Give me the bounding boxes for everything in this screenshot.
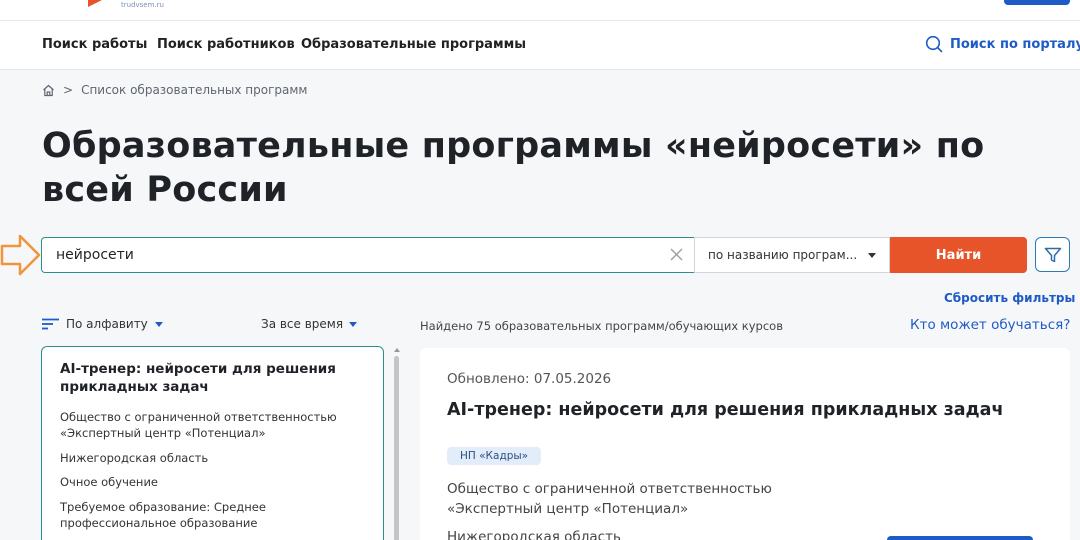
find-button[interactable]: Найти [890,237,1027,273]
program-region: Нижегородская область [447,529,621,540]
list-item-form: Очное обучение [60,475,159,489]
who-can-study-link[interactable]: Кто может обучаться? [910,317,1070,333]
sort-selector[interactable]: По алфавиту [42,317,163,331]
page-title: Образовательные программы «нейросети» по… [42,126,985,210]
breadcrumb-separator: > [63,83,74,97]
clear-icon[interactable] [669,247,684,262]
reset-filters-link[interactable]: Сбросить фильтры [944,291,1075,305]
list-item-title: AI-тренер: нейросети для решения приклад… [60,361,336,395]
scroll-thumb[interactable] [394,356,399,540]
logo-mark [88,0,102,7]
breadcrumb-current: Список образовательных программ [81,83,308,97]
program-title: AI-тренер: нейросети для решения приклад… [447,400,1004,420]
list-item[interactable]: AI-тренер: нейросети для решения приклад… [41,346,384,540]
search-icon [925,35,943,53]
list-item-education: Требуемое образование: Среднее профессио… [60,500,266,530]
chevron-down-icon [349,321,358,327]
logo-url: trudvsem.ru [121,1,164,9]
provider-tag: НП «Кадры» [447,447,542,465]
program-search-box [41,237,695,273]
updated-date: Обновлено: 07.05.2026 [447,371,612,387]
search-mode-value: по названию програм... [708,248,858,262]
period-label: За все время [261,317,344,331]
portal-search-label: Поиск по порталу [950,36,1080,52]
apply-button[interactable] [887,536,1033,540]
portal-search-link[interactable]: Поиск по порталу [925,35,1080,53]
sort-icon [42,318,59,330]
nav-item-job-search[interactable]: Поиск работы [42,37,147,52]
list-item-org: Общество с ограниченной ответственностью… [60,410,337,440]
nav-item-education-programs[interactable]: Образовательные программы [301,37,526,52]
results-count: Найдено 75 образовательных программ/обуч… [420,319,783,333]
top-header: trudvsem.ru [0,0,1080,20]
filter-button[interactable] [1035,237,1070,272]
main-nav: Поиск работы Поиск работников Образовате… [0,20,1080,70]
program-search-input[interactable] [56,245,646,265]
period-selector[interactable]: За все время [261,317,358,331]
search-mode-select[interactable]: по названию програм... [694,237,890,273]
arrow-annotation-icon [0,234,41,276]
chevron-down-icon [868,253,876,258]
breadcrumb: > Список образовательных программ [42,83,308,97]
nav-item-worker-search[interactable]: Поиск работников [157,37,295,52]
chevron-down-icon [154,321,163,327]
program-org: Общество с ограниченной ответственностью… [447,481,772,517]
list-scrollbar[interactable] [394,348,400,540]
list-item-region: Нижегородская область [60,451,209,465]
scroll-up-icon[interactable] [394,348,400,352]
program-detail-card: Обновлено: 07.05.2026 AI-тренер: нейросе… [420,348,1070,540]
top-action-button[interactable] [1004,0,1070,5]
filter-icon [1044,247,1061,262]
home-icon[interactable] [42,84,55,97]
sort-label: По алфавиту [66,317,148,331]
